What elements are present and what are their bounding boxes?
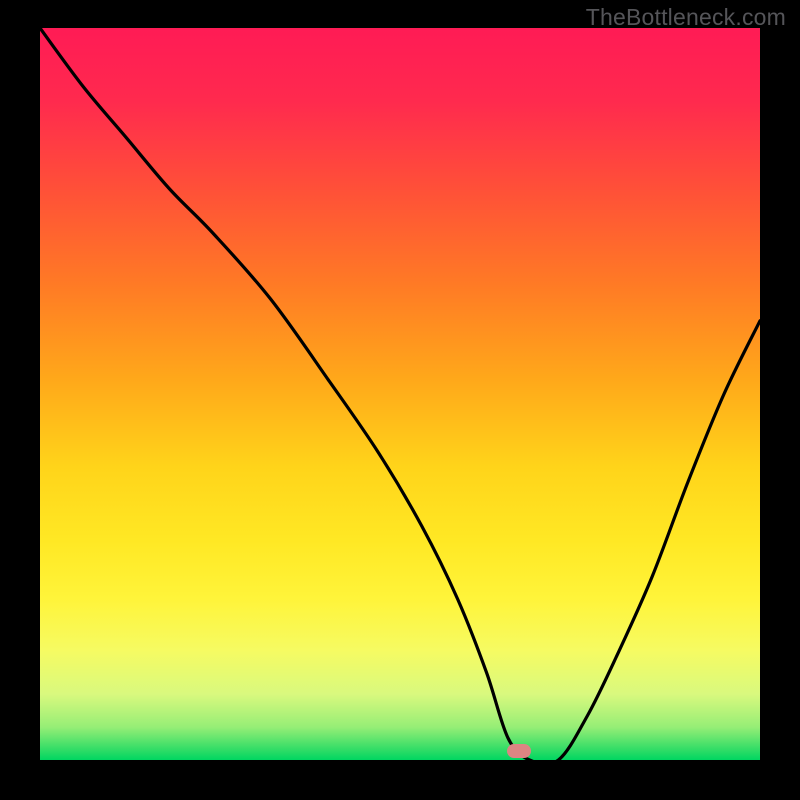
plot-svg [40,28,760,760]
gradient-rect [40,28,760,760]
optimal-marker [507,744,531,758]
chart-frame: TheBottleneck.com [0,0,800,800]
watermark-text: TheBottleneck.com [586,4,786,31]
plot-area [40,28,760,760]
